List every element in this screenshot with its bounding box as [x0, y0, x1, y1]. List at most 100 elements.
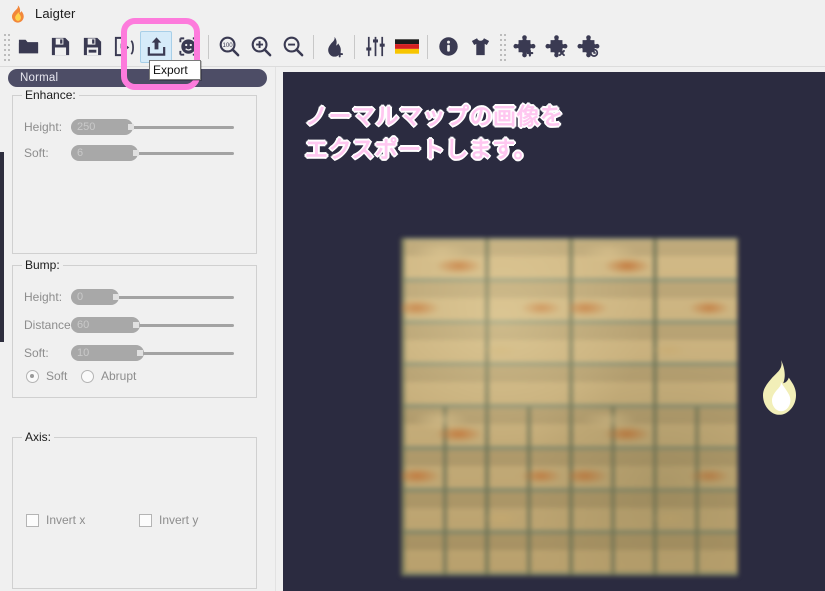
toolbar-separator	[208, 34, 209, 59]
enhance-group: Enhance: Height: 250 Soft: 6	[12, 88, 258, 254]
remove-plugin-icon	[544, 35, 567, 58]
load-project-icon	[114, 36, 134, 57]
zoom-out-button[interactable]	[277, 31, 309, 63]
zoom-100-icon: 100	[219, 36, 239, 57]
config-plugin-icon	[576, 35, 599, 58]
invert-x-checkbox[interactable]	[26, 513, 39, 527]
invert-y-checkbox[interactable]	[139, 513, 152, 527]
enhance-soft-row: Soft: 6	[13, 144, 258, 162]
slider-fill: 250	[71, 119, 134, 135]
bump-soft-value: 10	[77, 347, 90, 359]
instruction-overlay-text: ノーマルマップの画像を エクスポートします。	[305, 103, 564, 162]
merch-button[interactable]	[464, 31, 496, 63]
slider-fill: 60	[71, 317, 141, 333]
bump-group: Bump: Height: 0 Distance: 60 Soft: 10 So…	[12, 258, 258, 398]
bump-mode-abrupt[interactable]: Abrupt	[81, 369, 136, 383]
radio-abrupt[interactable]	[81, 369, 94, 383]
invert-x-row[interactable]: Invert x	[26, 513, 85, 527]
enhance-height-label: Height:	[24, 120, 63, 134]
invert-y-row[interactable]: Invert y	[139, 513, 198, 527]
shirt-icon	[471, 38, 489, 56]
main-toolbar: 100	[0, 27, 825, 67]
enhance-legend: Enhance:	[22, 88, 79, 102]
enhance-soft-label: Soft:	[24, 146, 49, 160]
invert-x-label: Invert x	[46, 513, 86, 527]
toolbar-separator	[313, 34, 314, 59]
radio-soft[interactable]	[26, 369, 39, 383]
svg-text:100: 100	[222, 42, 233, 49]
about-button[interactable]	[432, 31, 464, 63]
save-as-icon	[83, 37, 101, 56]
bump-soft-row: Soft: 10	[13, 344, 258, 362]
sliders-icon	[365, 36, 385, 57]
preview-canvas[interactable]: ノーマルマップの画像を エクスポートします。	[283, 72, 825, 591]
bump-height-slider[interactable]: 0	[71, 288, 244, 306]
title-bar: Laigter	[0, 0, 825, 27]
load-project-button[interactable]	[108, 31, 140, 63]
toolbar-drag-handle[interactable]	[498, 30, 507, 63]
export-tooltip: Export	[149, 60, 201, 80]
enhance-height-row: Height: 250	[13, 118, 258, 136]
slider-handle[interactable]	[128, 124, 135, 130]
slider-handle[interactable]	[133, 322, 140, 328]
bump-mode-soft[interactable]: Soft	[26, 369, 67, 383]
window-title: Laigter	[35, 6, 76, 21]
panel-scrollbar[interactable]	[275, 67, 282, 591]
bump-legend: Bump:	[22, 258, 63, 272]
zoom-out-icon	[283, 36, 303, 57]
zoom-100-button[interactable]: 100	[213, 31, 245, 63]
open-folder-icon	[18, 39, 38, 54]
radio-soft-label: Soft	[46, 369, 68, 383]
invert-y-label: Invert y	[159, 513, 199, 527]
slider-fill: 10	[71, 345, 144, 361]
german-flag-icon	[395, 39, 419, 54]
add-light-icon	[327, 36, 343, 58]
export-icon	[147, 37, 165, 56]
enhance-soft-value: 6	[77, 147, 84, 159]
enhance-soft-slider[interactable]: 6	[71, 144, 244, 162]
add-plugin-button[interactable]	[508, 31, 540, 63]
export-button[interactable]	[140, 30, 172, 63]
configure-plugin-button[interactable]	[572, 31, 604, 63]
slider-handle[interactable]	[112, 294, 119, 300]
remove-plugin-button[interactable]	[540, 31, 572, 63]
zoom-in-icon	[251, 36, 271, 57]
bump-distance-slider[interactable]: 60	[71, 316, 244, 334]
language-button[interactable]	[391, 31, 423, 63]
left-scrollbar[interactable]	[0, 152, 4, 342]
bump-soft-slider[interactable]: 10	[71, 344, 244, 362]
toolbar-drag-handle[interactable]	[2, 30, 11, 63]
left-settings-panel: Normal Enhance: Height: 250 Soft: 6 Bump…	[0, 67, 283, 591]
slider-handle[interactable]	[133, 150, 140, 156]
bump-distance-label: Distance:	[24, 318, 75, 332]
open-folder-button[interactable]	[12, 31, 44, 63]
axis-group: Axis: Invert x Invert y	[12, 430, 257, 589]
save-button[interactable]	[44, 31, 76, 63]
bump-height-value: 0	[77, 291, 84, 303]
radio-abrupt-label: Abrupt	[101, 369, 137, 383]
toolbar-separator	[354, 34, 355, 59]
slider-handle[interactable]	[136, 350, 143, 356]
bump-soft-label: Soft:	[24, 346, 49, 360]
slider-fill: 6	[71, 145, 139, 161]
brick-wall-texture[interactable]	[401, 238, 738, 576]
enhance-height-slider[interactable]: 250	[71, 118, 244, 136]
bump-distance-value: 60	[77, 319, 90, 331]
export-selected-icon	[178, 37, 198, 56]
info-icon	[438, 37, 458, 56]
texture-shading	[401, 238, 738, 576]
laigter-window: Laigter 100 Export Normal Enhance: Heigh…	[0, 0, 825, 591]
save-icon	[51, 37, 69, 56]
add-plugin-icon	[512, 35, 535, 58]
flame-icon	[11, 4, 24, 23]
bump-height-label: Height:	[24, 290, 63, 304]
bump-height-row: Height: 0	[13, 288, 258, 306]
add-light-button[interactable]	[318, 31, 350, 63]
save-as-button[interactable]	[76, 31, 108, 63]
flame-logo-icon	[763, 360, 796, 415]
toolbar-separator	[427, 34, 428, 59]
tab-normal[interactable]: Normal	[8, 72, 58, 84]
export-selected-button[interactable]	[172, 31, 204, 63]
settings-button[interactable]	[359, 31, 391, 63]
zoom-in-button[interactable]	[245, 31, 277, 63]
